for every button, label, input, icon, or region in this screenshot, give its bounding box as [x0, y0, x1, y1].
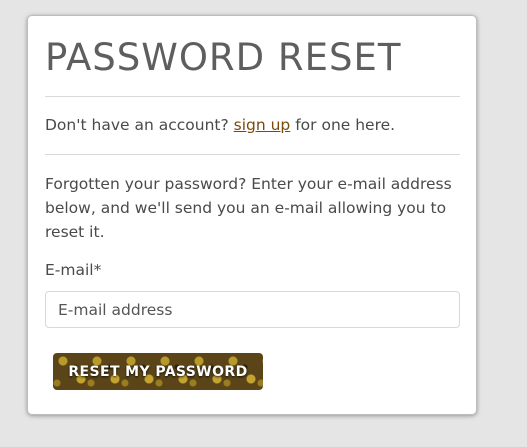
password-reset-card: PASSWORD RESET Don't have an account? si…	[27, 15, 477, 415]
page-title: PASSWORD RESET	[45, 36, 402, 79]
signup-suffix-text: for one here.	[295, 116, 396, 134]
reset-password-button[interactable]: RESET MY PASSWORD	[53, 353, 263, 390]
sign-up-link[interactable]: sign up	[234, 116, 291, 134]
divider	[45, 154, 460, 155]
reset-instructions: Forgotten your password? Enter your e-ma…	[45, 175, 452, 241]
email-field[interactable]	[45, 291, 460, 328]
divider	[45, 96, 460, 97]
signup-prompt: Don't have an account? sign up for one h…	[45, 116, 395, 134]
email-label: E-mail*	[45, 261, 102, 279]
signup-prefix-text: Don't have an account?	[45, 116, 229, 134]
